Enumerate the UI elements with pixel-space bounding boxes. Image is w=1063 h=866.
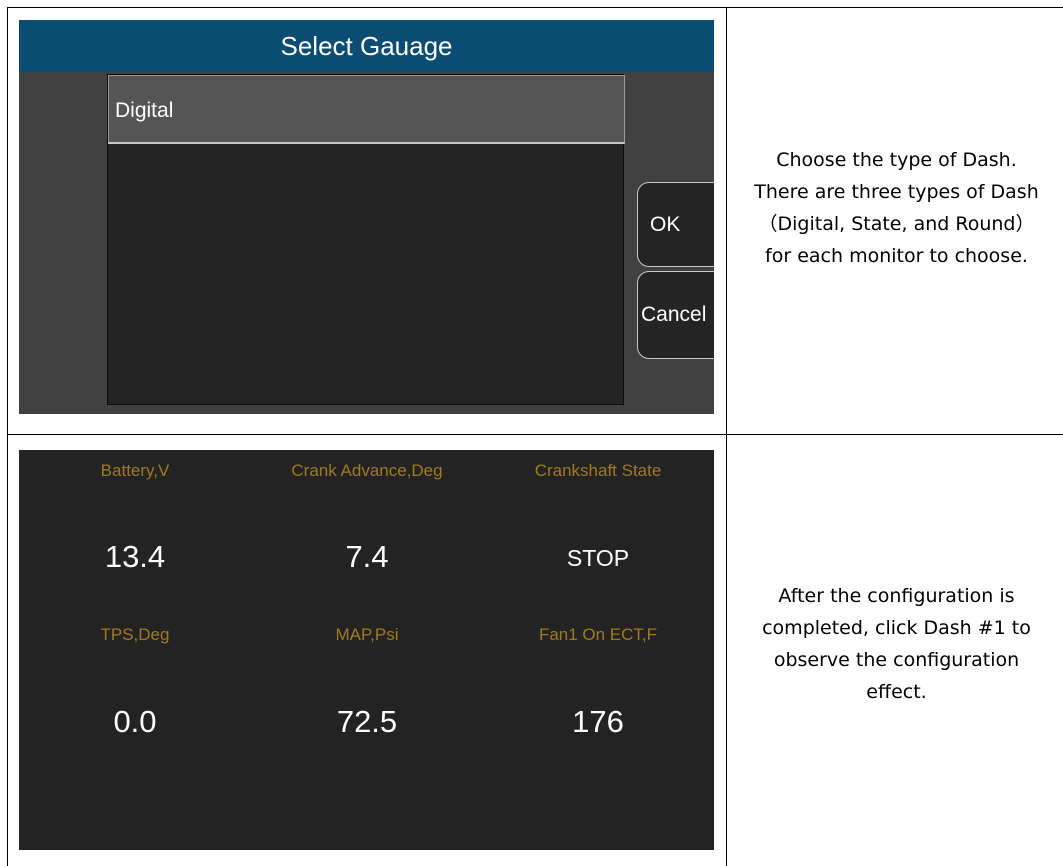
description-line: Choose the type of Dash.	[776, 149, 1017, 171]
description-observe-effect: After the configuration is completed, cl…	[730, 580, 1063, 708]
description-choose-dash: Choose the type of Dash. There are three…	[730, 144, 1063, 272]
gauge-type-list[interactable]: Digital	[107, 74, 625, 405]
gauge-value: 7.4	[345, 539, 389, 574]
description-line: observe the configuration	[773, 649, 1020, 671]
description-line: completed, click Dash #1 to	[762, 617, 1031, 639]
digital-dash-panel: Battery,V 13.4 Crank Advance,Deg 7.4 Cra…	[19, 450, 714, 850]
gauge-label: Crank Advance,Deg	[291, 461, 443, 480]
cancel-button[interactable]: Cancel	[637, 271, 714, 359]
table-row-divider	[7, 434, 1063, 435]
gauge-value: 13.4	[104, 539, 166, 574]
select-gauge-dialog: Select Gauage Digital OK Cancel	[19, 20, 714, 414]
description-line: for each monitor to choose.	[765, 245, 1028, 267]
gauge-value: 72.5	[336, 704, 398, 739]
gauge-value: 176	[572, 704, 624, 739]
description-line: （Digital, State, and Round）	[758, 213, 1035, 235]
gauge-value: 0.0	[113, 704, 157, 739]
ok-button[interactable]: OK	[637, 182, 714, 267]
table-column-divider	[726, 7, 727, 866]
dialog-title: Select Gauage	[19, 20, 714, 72]
table-border-left	[7, 7, 8, 866]
description-line: effect.	[866, 681, 927, 703]
gauge-label: TPS,Deg	[100, 625, 170, 644]
gauge-label: Fan1 On ECT,F	[538, 625, 658, 644]
table-border-top	[7, 7, 1063, 8]
gauge-value: STOP	[566, 545, 630, 571]
gauge-label: Crankshaft State	[534, 461, 662, 480]
gauge-label: MAP,Psi	[335, 625, 399, 644]
gauge-label: Battery,V	[100, 461, 170, 480]
list-item-digital[interactable]: Digital	[108, 75, 625, 144]
description-line: After the configuration is	[778, 585, 1015, 607]
description-line: There are three types of Dash	[754, 181, 1039, 203]
